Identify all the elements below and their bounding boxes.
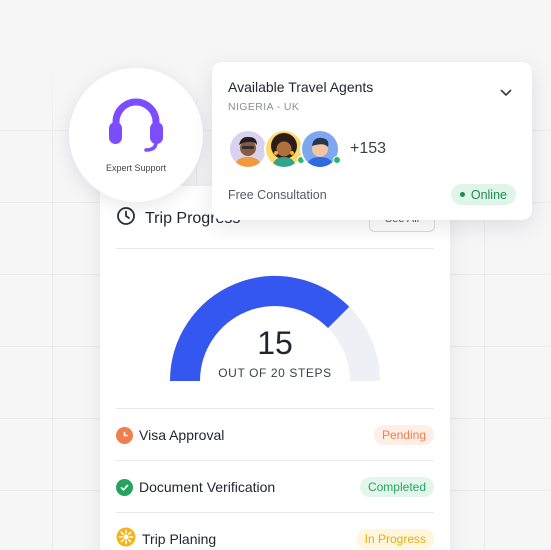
status-dot bbox=[459, 192, 465, 197]
support-label: Expert Support bbox=[105, 162, 167, 173]
agent-avatars[interactable]: +153 bbox=[228, 129, 386, 169]
status-badge: In Progress bbox=[356, 529, 434, 549]
divider bbox=[116, 408, 434, 409]
step-row[interactable]: Trip Planing In Progress bbox=[116, 527, 434, 550]
step-row[interactable]: Visa Approval Pending bbox=[116, 424, 434, 446]
sun-icon bbox=[116, 527, 136, 550]
step-label: Document Verification bbox=[139, 479, 276, 495]
divider bbox=[116, 248, 434, 249]
more-agents-count[interactable]: +153 bbox=[350, 140, 386, 158]
step-label: Visa Approval bbox=[139, 427, 225, 443]
avatar[interactable] bbox=[300, 129, 341, 169]
divider bbox=[116, 460, 434, 461]
status-text: Online bbox=[470, 187, 507, 202]
avatar[interactable] bbox=[264, 129, 305, 169]
consultation-label: Free Consultation bbox=[228, 188, 327, 202]
step-row[interactable]: Document Verification Completed bbox=[116, 476, 434, 498]
progress-value: 15 bbox=[257, 325, 293, 361]
expert-support-button[interactable]: Expert Support bbox=[69, 68, 203, 202]
clock-icon bbox=[116, 206, 136, 231]
step-label: Trip Planing bbox=[142, 531, 217, 547]
headset-icon bbox=[106, 98, 166, 157]
online-dot bbox=[333, 156, 341, 164]
status-badge: Pending bbox=[373, 425, 434, 445]
trip-progress-card: Trip Progress See All 15 OUT OF 20 STEPS… bbox=[100, 186, 450, 550]
agents-location: NIGERIA - UK bbox=[228, 101, 300, 113]
chevron-down-icon[interactable] bbox=[500, 84, 512, 102]
status-badge: Online bbox=[450, 184, 516, 205]
clock-icon bbox=[116, 426, 133, 444]
travel-agents-panel: Available Travel Agents NIGERIA - UK +15… bbox=[212, 62, 532, 220]
agents-title: Available Travel Agents bbox=[228, 79, 374, 95]
status-badge: Completed bbox=[359, 477, 434, 497]
check-circle-icon bbox=[116, 478, 133, 496]
progress-caption: OUT OF 20 STEPS bbox=[218, 366, 332, 380]
avatar[interactable] bbox=[228, 129, 268, 169]
divider bbox=[116, 512, 434, 513]
